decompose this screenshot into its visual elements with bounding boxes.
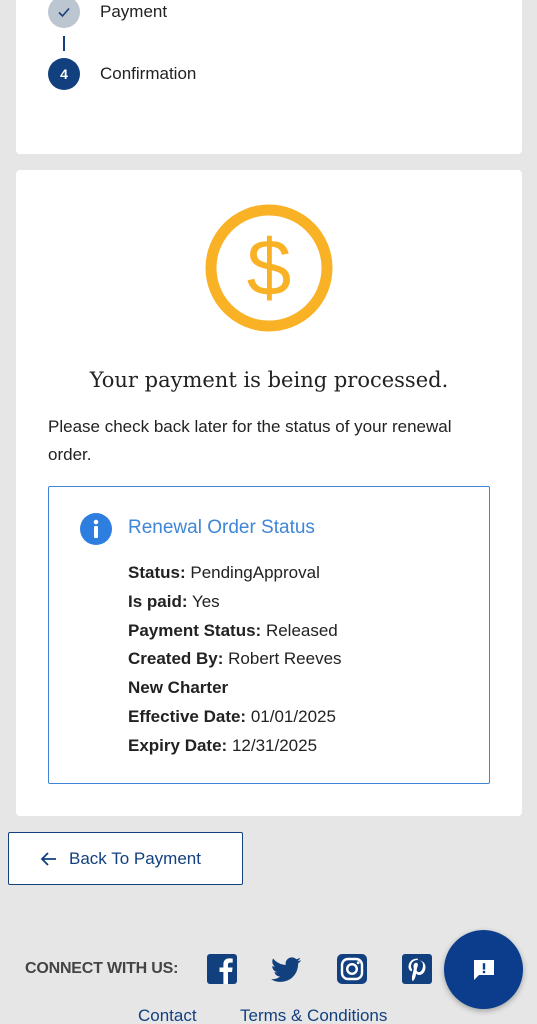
terms-link[interactable]: Terms & Conditions: [240, 1006, 387, 1024]
status-row-status: Status: PendingApproval: [128, 563, 320, 582]
back-button-label: Back To Payment: [69, 848, 201, 868]
page: Payment 4 Confirmation $ Your payment is…: [0, 0, 537, 1024]
svg-text:$: $: [247, 223, 292, 312]
page-title: Your payment is being processed.: [89, 368, 449, 392]
info-icon: [80, 513, 112, 545]
step-label: Payment: [100, 2, 168, 21]
chat-alert-icon: [473, 959, 494, 980]
pinterest-icon[interactable]: [401, 953, 433, 985]
chat-button[interactable]: [444, 930, 523, 1009]
order-status-box: Renewal Order Status Status: PendingAppr…: [48, 486, 490, 784]
status-row-effective-date: Effective Date: 01/01/2025: [128, 706, 336, 726]
back-to-payment-button[interactable]: Back To Payment: [8, 832, 243, 885]
order-status-list: Status: PendingApproval Is paid: Yes Pay…: [128, 559, 342, 761]
dollar-circle-icon: $: [205, 204, 333, 332]
step-number: 4: [48, 58, 80, 90]
stepper-card: Payment 4 Confirmation: [16, 0, 522, 154]
connect-label: CONNECT WITH US:: [25, 960, 179, 977]
status-row-expiry-date: Expiry Date: 12/31/2025: [128, 735, 318, 755]
step-connector: [63, 36, 65, 51]
status-row-is-paid: Is paid: Yes: [128, 591, 220, 611]
confirmation-card: $ Your payment is being processed. Pleas…: [16, 170, 522, 816]
check-icon: [48, 0, 80, 28]
facebook-icon[interactable]: [206, 953, 238, 985]
order-status-title: Renewal Order Status: [128, 517, 315, 538]
step-confirmation: 4 Confirmation: [48, 58, 196, 90]
step-payment: Payment: [48, 0, 167, 28]
status-row-created-by: Created By: Robert Reeves: [128, 649, 342, 669]
step-label: Confirmation: [100, 64, 197, 83]
instagram-icon[interactable]: [336, 953, 368, 985]
contact-link[interactable]: Contact: [138, 1006, 197, 1024]
status-row-payment-status: Payment Status: Released: [128, 620, 338, 640]
status-message: Please check back later for the status o…: [48, 417, 452, 464]
arrow-left-icon: [40, 851, 56, 866]
twitter-icon[interactable]: [270, 953, 302, 985]
status-row-new-charter: New Charter: [128, 678, 229, 698]
